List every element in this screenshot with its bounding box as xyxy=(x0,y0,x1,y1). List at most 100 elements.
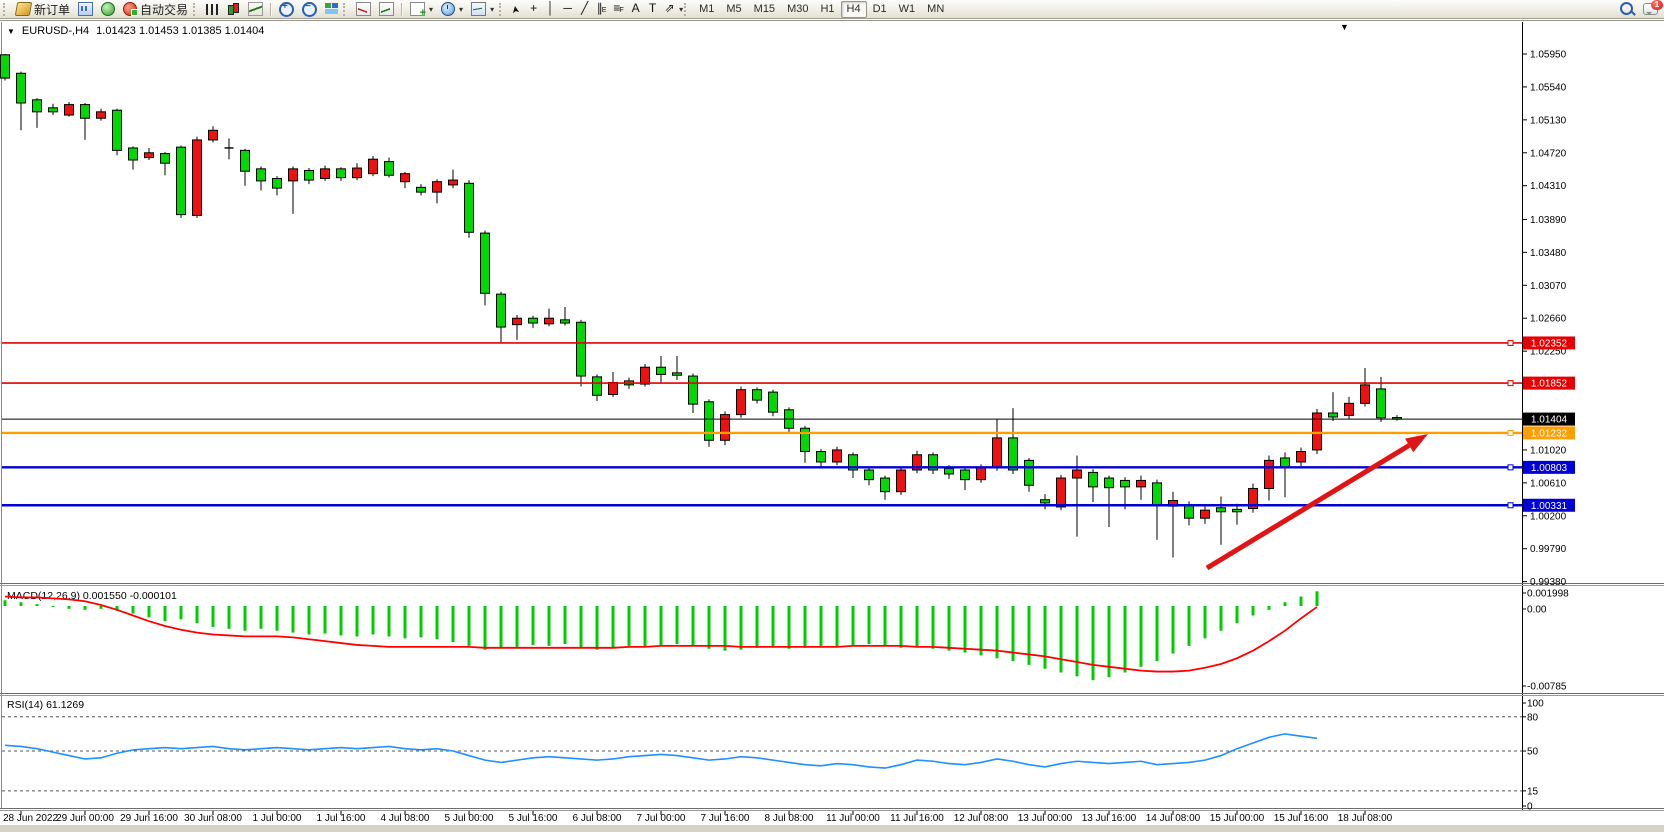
new-order-button[interactable]: 新订单 xyxy=(12,1,74,18)
candle-body xyxy=(177,147,186,214)
candle-body xyxy=(1361,385,1370,403)
bar-chart-button[interactable] xyxy=(202,1,223,18)
hline-handle[interactable] xyxy=(1508,465,1513,470)
hline-handle[interactable] xyxy=(1508,430,1513,435)
candle-body xyxy=(1377,389,1386,418)
price-tick-label: 1.00200 xyxy=(1530,511,1567,522)
timeframe-button-H4[interactable]: H4 xyxy=(841,1,867,18)
tool-crosshair-button[interactable]: + xyxy=(525,0,542,17)
candle-body xyxy=(497,294,506,327)
time-tick-label: 29 Jun 16:00 xyxy=(120,813,178,824)
tool-text-button[interactable]: A xyxy=(627,0,644,17)
timeframe-button-MN[interactable]: MN xyxy=(921,1,950,18)
toolbar-separator xyxy=(270,3,272,16)
price-tick-label: 1.02660 xyxy=(1530,314,1567,325)
price-tick-label: 1.05540 xyxy=(1530,82,1567,93)
tool-trendline-button[interactable]: ╱ xyxy=(576,0,593,17)
candle-body xyxy=(241,150,250,171)
tool-vertical-line-button[interactable]: │ xyxy=(542,0,559,17)
candle-body xyxy=(1185,505,1194,518)
chevron-down-icon: ▾ xyxy=(429,5,433,14)
candle-body xyxy=(1297,452,1306,462)
timeframe-button-M5[interactable]: M5 xyxy=(720,1,747,18)
candle-body xyxy=(401,174,410,182)
chart-area[interactable]: 1.059501.055401.051301.047201.043101.038… xyxy=(0,0,1664,831)
tool-equidistant-channel-button[interactable]: ∥E xyxy=(593,0,610,17)
main-toolbar: 新订单 自动交易 ▾ ▾ ▾ ➤+│─╱∥E≡FAT⇗▾ M1M5M15M30H… xyxy=(0,0,1664,19)
candle-body xyxy=(1089,472,1098,486)
chart-window: 1.059501.055401.051301.047201.043101.038… xyxy=(0,0,1664,831)
time-tick-label: 11 Jul 16:00 xyxy=(890,813,944,824)
hline-handle[interactable] xyxy=(1508,381,1513,386)
line-chart-button[interactable] xyxy=(244,1,267,18)
auto-trading-button[interactable]: 自动交易 xyxy=(119,1,192,18)
period-button[interactable]: ▾ xyxy=(437,1,467,18)
notification-badge: 1 xyxy=(1651,0,1663,10)
line-chart-icon xyxy=(248,2,263,16)
timeframe-group: M1M5M15M30H1H4D1W1MN xyxy=(693,1,950,18)
candle-body xyxy=(1201,510,1210,518)
market-watch-icon xyxy=(78,2,93,16)
tile-windows-button[interactable] xyxy=(321,1,342,18)
auto-trading-label: 自动交易 xyxy=(140,1,188,18)
tool-horizontal-line-button[interactable]: ─ xyxy=(559,0,576,17)
indicator-list-icon xyxy=(356,2,371,16)
candle-body xyxy=(897,470,906,492)
candle-body xyxy=(1137,480,1146,486)
price-tick-label: 1.00610 xyxy=(1530,478,1567,489)
time-tick-label: 6 Jul 08:00 xyxy=(573,813,622,824)
new-chart-button[interactable]: ▾ xyxy=(406,1,437,18)
price-tick-label: 1.04310 xyxy=(1530,181,1567,192)
candle-body xyxy=(17,73,26,103)
chart-title-ohlc: 1.01423 1.01453 1.01385 1.01404 xyxy=(96,25,264,37)
candle-body xyxy=(81,105,90,119)
tool-text-label-button[interactable]: T xyxy=(644,0,661,17)
candle-body xyxy=(1121,480,1130,486)
macd-label: MACD(12,26,9) 0.001550 -0.000101 xyxy=(7,590,177,602)
tool-cursor-button[interactable]: ➤ xyxy=(508,1,525,18)
time-tick-label: 5 Jul 16:00 xyxy=(509,813,558,824)
timeframe-button-W1[interactable]: W1 xyxy=(893,1,922,18)
template-button[interactable]: ▾ xyxy=(467,1,498,18)
zoom-in-button[interactable] xyxy=(275,1,298,18)
tool-arrows-button[interactable]: ⇗ xyxy=(661,0,678,17)
indicator-window-button[interactable] xyxy=(375,1,398,18)
search-icon[interactable] xyxy=(1620,2,1633,15)
candlestick-chart-icon xyxy=(227,3,240,15)
chart-title: ▼ EURUSD-,H4 1.01423 1.01453 1.01385 1.0… xyxy=(7,25,264,37)
candle-body xyxy=(273,178,282,188)
candle-body xyxy=(593,377,602,395)
market-watch-button[interactable] xyxy=(74,1,97,18)
chart-title-collapse-icon[interactable]: ▼ xyxy=(7,27,15,36)
navigator-button[interactable] xyxy=(97,1,119,18)
hline-handle[interactable] xyxy=(1508,503,1513,508)
candle-body xyxy=(1025,460,1034,485)
time-tick-label: 11 Jul 00:00 xyxy=(826,813,880,824)
timeframe-button-M15[interactable]: M15 xyxy=(748,1,781,18)
candle-body xyxy=(129,148,138,160)
timeframe-button-H1[interactable]: H1 xyxy=(814,1,840,18)
candle-body xyxy=(1041,500,1050,503)
timeframe-button-M30[interactable]: M30 xyxy=(781,1,814,18)
time-tick-label: 5 Jul 00:00 xyxy=(445,813,494,824)
chart-menu-marker: ▼ xyxy=(1340,22,1349,32)
zoom-out-button[interactable] xyxy=(298,1,321,18)
time-tick-label: 8 Jul 08:00 xyxy=(765,813,814,824)
rsi-axis-label: 80 xyxy=(1527,712,1539,723)
hline-handle[interactable] xyxy=(1508,340,1513,345)
notifications-icon[interactable]: 1 xyxy=(1643,3,1658,15)
candle-body xyxy=(993,438,1002,468)
candle-body xyxy=(577,322,586,376)
candle-body xyxy=(721,415,730,441)
rsi-axis-label: 100 xyxy=(1527,699,1544,710)
tool-fibonacci-button[interactable]: ≡F xyxy=(610,0,627,17)
price-badge-label: 1.00803 xyxy=(1531,463,1568,474)
price-tick-label: 1.05130 xyxy=(1530,115,1567,126)
indicator-list-button[interactable] xyxy=(352,1,375,18)
candlestick-chart-button[interactable] xyxy=(223,1,244,18)
new-chart-icon xyxy=(410,2,425,16)
candle-body xyxy=(881,478,890,492)
time-tick-label: 14 Jul 08:00 xyxy=(1146,813,1201,824)
timeframe-button-M1[interactable]: M1 xyxy=(693,1,720,18)
timeframe-button-D1[interactable]: D1 xyxy=(867,1,893,18)
